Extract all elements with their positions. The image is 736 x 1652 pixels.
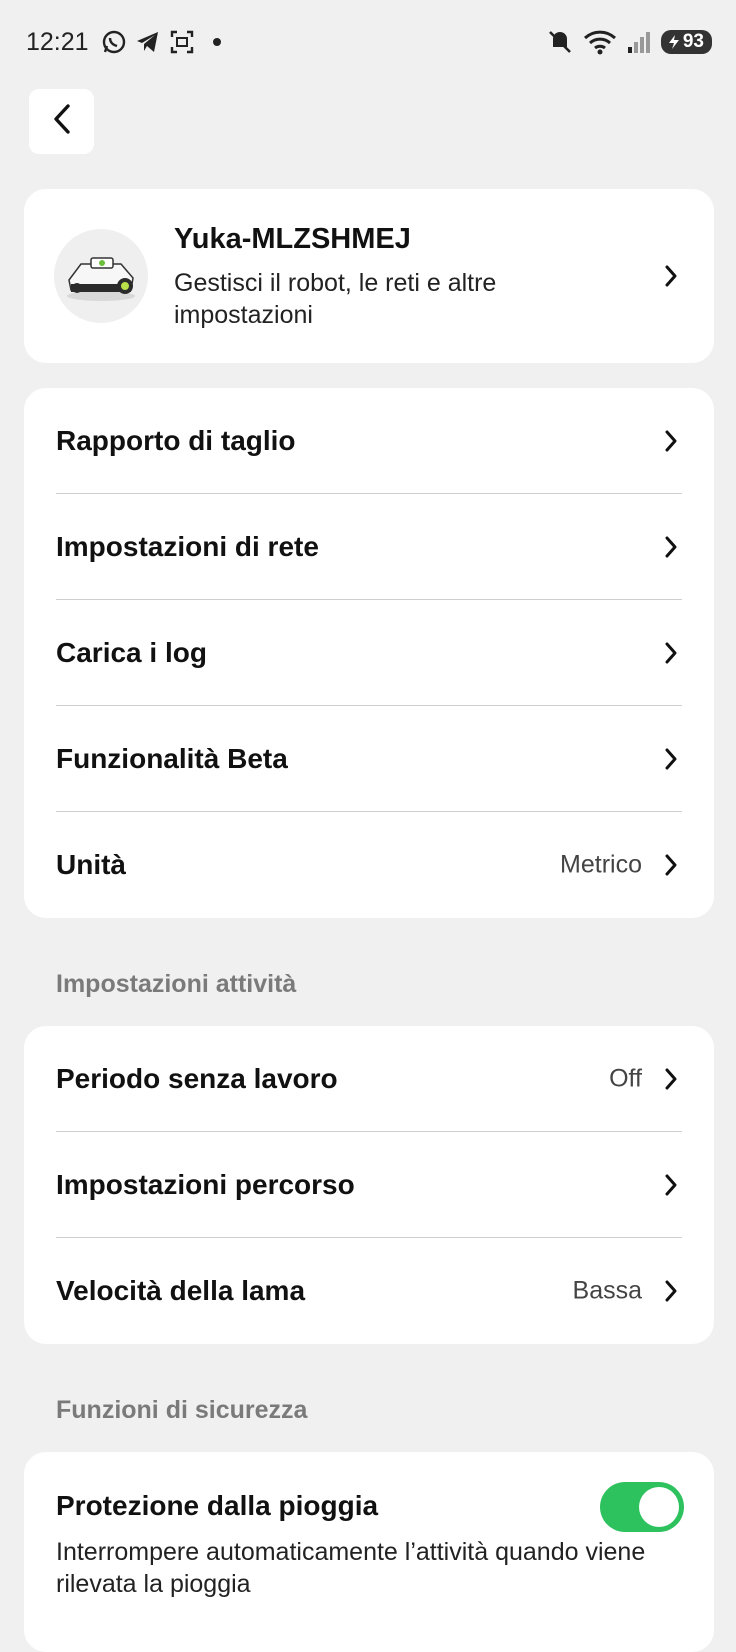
chevron-right-icon: [664, 853, 678, 877]
signal-icon: [627, 29, 651, 55]
status-time: 12:21: [26, 27, 89, 56]
menu-item-unita[interactable]: Unità Metrico: [24, 812, 714, 918]
rain-protection-description: Interrompere automaticamente l’attività …: [56, 1538, 646, 1598]
status-bar-right: 93: [547, 29, 712, 55]
robot-image: [54, 229, 148, 323]
menu-item-value: Bassa: [572, 1276, 642, 1305]
menu-item-label: Impostazioni di rete: [56, 531, 319, 562]
robot-description: Gestisci il robot, le reti e altre impos…: [174, 269, 497, 329]
section-title-safety: Funzioni di sicurezza: [56, 1396, 308, 1424]
status-bar: 12:21 93: [0, 0, 736, 84]
battery-icon: 93: [660, 30, 712, 54]
screenshot-icon: [169, 29, 195, 55]
telegram-icon: [135, 29, 161, 55]
menu-item-label: Rapporto di taglio: [56, 425, 296, 456]
menu-item-value: Off: [609, 1064, 642, 1093]
chevron-left-icon: [52, 103, 72, 140]
robot-card[interactable]: Yuka-MLZSHMEJ Gestisci il robot, le reti…: [24, 189, 714, 363]
chevron-right-icon: [664, 641, 678, 665]
mute-icon: [547, 29, 573, 55]
menu-item-rapporto-di-taglio[interactable]: Rapporto di taglio: [24, 388, 714, 494]
menu-item-label: Carica i log: [56, 637, 207, 668]
menu-item-label: Funzionalità Beta: [56, 743, 288, 774]
safety-card: Protezione dalla pioggia Interrompere au…: [24, 1452, 714, 1652]
menu-item-label: Unità: [56, 849, 126, 880]
menu-item-velocita-della-lama[interactable]: Velocità della lama Bassa: [24, 1238, 714, 1344]
chevron-right-icon: [664, 429, 678, 453]
activity-settings-card: Periodo senza lavoro Off Impostazioni pe…: [24, 1026, 714, 1344]
menu-item-impostazioni-percorso[interactable]: Impostazioni percorso: [24, 1132, 714, 1238]
back-button[interactable]: [29, 89, 94, 154]
menu-item-funzionalita-beta[interactable]: Funzionalità Beta: [24, 706, 714, 812]
whatsapp-icon: [101, 29, 127, 55]
status-bar-left: 12:21: [26, 28, 221, 57]
menu-item-carica-i-log[interactable]: Carica i log: [24, 600, 714, 706]
menu-item-label: Impostazioni percorso: [56, 1169, 355, 1200]
menu-item-impostazioni-di-rete[interactable]: Impostazioni di rete: [24, 494, 714, 600]
general-menu-card: Rapporto di taglio Impostazioni di rete …: [24, 388, 714, 918]
menu-item-label: Velocità della lama: [56, 1275, 306, 1306]
menu-item-label: Periodo senza lavoro: [56, 1063, 338, 1094]
menu-item-periodo-senza-lavoro[interactable]: Periodo senza lavoro Off: [24, 1026, 714, 1132]
chevron-right-icon: [664, 1279, 678, 1303]
notification-dot-icon: [212, 38, 221, 46]
chevron-right-icon: [664, 535, 678, 559]
wifi-icon: [583, 29, 617, 55]
chevron-right-icon: [664, 747, 678, 771]
chevron-right-icon: [664, 1067, 678, 1091]
chevron-right-icon: [664, 264, 678, 288]
menu-item-value: Metrico: [560, 850, 642, 879]
section-title-activity: Impostazioni attività: [56, 970, 297, 998]
chevron-right-icon: [664, 1173, 678, 1197]
toggle-knob: [639, 1487, 679, 1527]
robot-name: Yuka-MLZSHMEJ: [174, 223, 411, 255]
rain-protection-toggle[interactable]: [600, 1482, 684, 1532]
battery-level: 93: [682, 31, 704, 52]
rain-protection-title: Protezione dalla pioggia: [56, 1490, 379, 1521]
